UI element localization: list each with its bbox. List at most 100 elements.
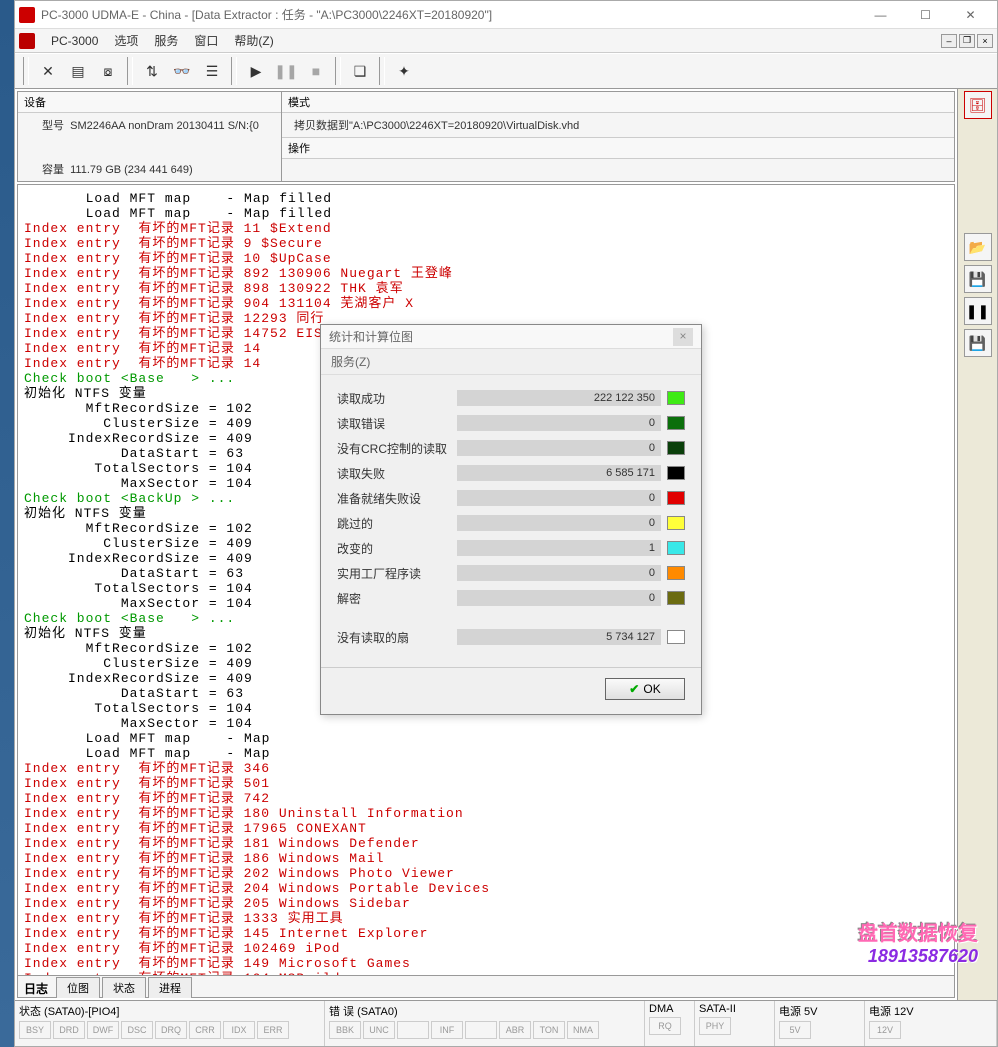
tool-chip-icon[interactable]: ▤ — [63, 57, 93, 85]
log-line: Index entry 有坏的MFT记录 180 Uninstall Infor… — [24, 806, 948, 821]
stat-swatch — [667, 591, 685, 605]
tool-settings-icon[interactable]: ✕ — [33, 57, 63, 85]
ok-label: OK — [643, 682, 660, 696]
stat-label: 改变的 — [337, 540, 457, 557]
status-indicator: ABR — [499, 1021, 531, 1039]
dialog-title-text: 统计和计算位图 — [329, 328, 413, 345]
stat-label: 解密 — [337, 590, 457, 607]
desktop-left-strip — [0, 0, 14, 1047]
log-line: Index entry 有坏的MFT记录 9 $Secure — [24, 236, 948, 251]
info-panel: 设备 型号 SM2246AA nonDram 20130411 S/N:{0 容… — [17, 91, 955, 182]
menu-window[interactable]: 窗口 — [186, 30, 226, 51]
status-g6-title: 电源 12V — [869, 1003, 992, 1019]
stat-swatch — [667, 630, 685, 644]
stat-label: 读取失败 — [337, 465, 457, 482]
stat-label: 准备就绪失败设 — [337, 490, 457, 507]
stat-value: 1 — [457, 540, 661, 556]
tool-percent-icon[interactable]: ⧇ — [93, 57, 123, 85]
dialog-close-icon[interactable]: × — [673, 328, 693, 346]
tool-tree-icon[interactable]: ☰ — [197, 57, 227, 85]
log-line: Index entry 有坏的MFT记录 202 Windows Photo V… — [24, 866, 948, 881]
stat-row: 实用工厂程序读0 — [337, 564, 685, 582]
tab-bitmap[interactable]: 位图 — [56, 977, 100, 998]
right-sidebar: 🗄 📂 💾 ❚❚ 💾 — [957, 89, 997, 1000]
status-g3-title: DMA — [649, 1003, 690, 1015]
status-indicator: IDX — [223, 1021, 255, 1039]
log-line: Load MFT map - Map filled — [24, 206, 948, 221]
status-g5-title: 电源 5V — [779, 1003, 860, 1019]
log-line: Load MFT map - Map filled — [24, 191, 948, 206]
stat-swatch — [667, 516, 685, 530]
menubar: PC-3000 选项 服务 窗口 帮助(Z) – ❐ × — [15, 29, 997, 53]
side-pause-icon[interactable]: ❚❚ — [964, 297, 992, 325]
mode-header: 模式 — [282, 92, 954, 113]
stat-swatch — [667, 416, 685, 430]
side-disk-icon[interactable]: 💾 — [964, 329, 992, 357]
log-line: Index entry 有坏的MFT记录 904 131104 芜湖客户 X — [24, 296, 948, 311]
log-line: Index entry 有坏的MFT记录 204 Windows Portabl… — [24, 881, 948, 896]
stat-swatch — [667, 466, 685, 480]
menu-service[interactable]: 服务 — [146, 30, 186, 51]
status-indicator: DWF — [87, 1021, 119, 1039]
status-indicator: UNC — [363, 1021, 395, 1039]
stat-row: 读取错误0 — [337, 414, 685, 432]
log-line: Index entry 有坏的MFT记录 205 Windows Sidebar — [24, 896, 948, 911]
op-header: 操作 — [282, 137, 954, 159]
stat-swatch — [667, 391, 685, 405]
log-line: Index entry 有坏的MFT记录 17965 CONEXANT — [24, 821, 948, 836]
status-indicator: NMA — [567, 1021, 599, 1039]
stat-row: 读取成功222 122 350 — [337, 389, 685, 407]
stats-dialog: 统计和计算位图 × 服务(Z) 读取成功222 122 350读取错误0没有CR… — [320, 324, 702, 715]
toolbar: ✕ ▤ ⧇ ⇅ 👓 ☰ ▶ ❚❚ ■ ❏ ✦ — [15, 53, 997, 89]
tab-status[interactable]: 状态 — [102, 977, 146, 998]
menu-help[interactable]: 帮助(Z) — [226, 30, 281, 51]
copy-icon[interactable]: ❏ — [345, 57, 375, 85]
status-indicator: ERR — [257, 1021, 289, 1039]
log-line: Index entry 有坏的MFT记录 149 Microsoft Games — [24, 956, 948, 971]
stat-value: 0 — [457, 515, 661, 531]
menu-options[interactable]: 选项 — [106, 30, 146, 51]
mdi-close-button[interactable]: × — [977, 34, 993, 48]
tool-binoculars-icon[interactable]: 👓 — [167, 57, 197, 85]
mdi-minimize-button[interactable]: – — [941, 34, 957, 48]
log-line: Index entry 有坏的MFT记录 102469 iPod — [24, 941, 948, 956]
tool-misc-icon[interactable]: ✦ — [389, 57, 419, 85]
dialog-menu[interactable]: 服务(Z) — [321, 349, 701, 375]
stat-row: 跳过的0 — [337, 514, 685, 532]
log-line: Index entry 有坏的MFT记录 898 130922 THK 袁军 — [24, 281, 948, 296]
log-line: Index entry 有坏的MFT记录 181 Windows Defende… — [24, 836, 948, 851]
play-icon[interactable]: ▶ — [241, 57, 271, 85]
log-line: Index entry 有坏的MFT记录 346 — [24, 761, 948, 776]
side-open-icon[interactable]: 📂 — [964, 233, 992, 261]
tab-process[interactable]: 进程 — [148, 977, 192, 998]
log-line: Index entry 有坏的MFT记录 742 — [24, 791, 948, 806]
maximize-button[interactable]: ☐ — [903, 2, 948, 28]
stat-value: 0 — [457, 590, 661, 606]
checkmark-icon: ✔ — [629, 682, 639, 696]
stat-value: 0 — [457, 415, 661, 431]
status-indicator: DSC — [121, 1021, 153, 1039]
bottom-tabs: 日志 位图 状态 进程 — [18, 975, 954, 997]
minimize-button[interactable]: — — [858, 2, 903, 28]
status-indicator: INF — [431, 1021, 463, 1039]
stat-row: 准备就绪失败设0 — [337, 489, 685, 507]
status-indicator — [465, 1021, 497, 1039]
side-db-icon[interactable]: 🗄 — [964, 91, 992, 119]
mdi-restore-button[interactable]: ❐ — [959, 34, 975, 48]
dialog-titlebar[interactable]: 统计和计算位图 × — [321, 325, 701, 349]
stat-label: 读取错误 — [337, 415, 457, 432]
stat-row: 没有CRC控制的读取0 — [337, 439, 685, 457]
ok-button[interactable]: ✔ OK — [605, 678, 685, 700]
side-save-icon[interactable]: 💾 — [964, 265, 992, 293]
stat-row: 改变的1 — [337, 539, 685, 557]
menu-app[interactable]: PC-3000 — [43, 32, 106, 50]
stat-value: 6 585 171 — [457, 465, 661, 481]
app-menu-icon — [19, 33, 35, 49]
mode-value: 拷贝数据到"A:\PC3000\2246XT=20180920\VirtualD… — [282, 113, 954, 137]
status-g1-title: 状态 (SATA0)-[PIO4] — [19, 1003, 320, 1019]
tool-cable-icon[interactable]: ⇅ — [137, 57, 167, 85]
log-line: Index entry 有坏的MFT记录 164 MSBuild — [24, 971, 948, 975]
close-button[interactable]: ✕ — [948, 2, 993, 28]
stat-value: 0 — [457, 565, 661, 581]
stat-label: 实用工厂程序读 — [337, 565, 457, 582]
